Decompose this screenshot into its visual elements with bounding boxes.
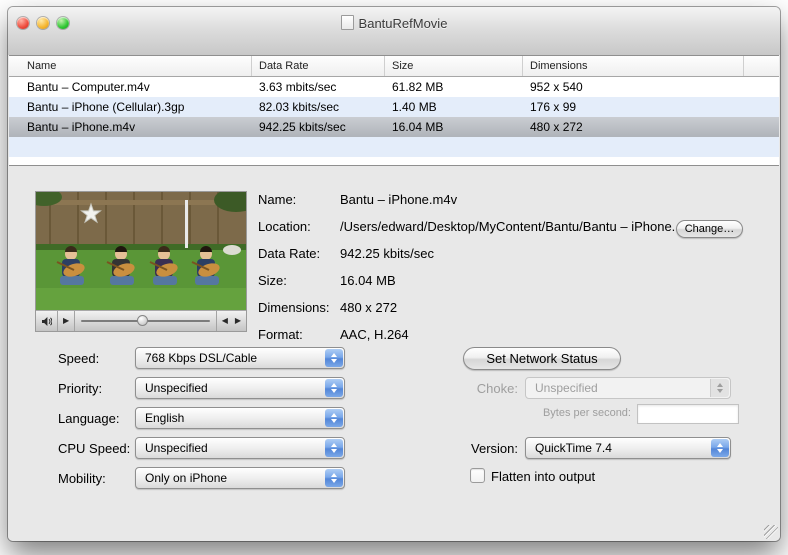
- step-back-icon[interactable]: ◀: [222, 311, 228, 331]
- column-header-spacer: [744, 56, 779, 76]
- name-value: Bantu – iPhone.m4v: [340, 192, 676, 219]
- column-header-data-rate[interactable]: Data Rate: [252, 56, 385, 76]
- cell-dimensions: 952 x 540: [523, 77, 744, 97]
- priority-label: Priority:: [58, 381, 102, 396]
- cpu-speed-popup-value: Unspecified: [145, 441, 208, 455]
- document-icon: [341, 15, 354, 30]
- location-label: Location:: [258, 219, 340, 246]
- version-popup-value: QuickTime 7.4: [535, 441, 612, 455]
- cell-data-rate: 3.63 mbits/sec: [252, 77, 385, 97]
- language-popup-value: English: [145, 411, 184, 425]
- flatten-checkbox[interactable]: [470, 468, 485, 483]
- popup-arrows-icon: [711, 439, 729, 457]
- name-label: Name:: [258, 192, 340, 219]
- list-header: Name Data Rate Size Dimensions: [9, 56, 779, 77]
- popup-arrows-icon: [325, 409, 343, 427]
- resize-grip[interactable]: [764, 525, 778, 539]
- speed-popup-value: 768 Kbps DSL/Cable: [145, 351, 257, 365]
- table-row-selected[interactable]: Bantu – iPhone.m4v 942.25 kbits/sec 16.0…: [9, 117, 779, 137]
- change-button[interactable]: Change…: [676, 220, 743, 238]
- empty-row: [9, 157, 779, 165]
- mobility-popup-value: Only on iPhone: [145, 471, 227, 485]
- dimensions-label: Dimensions:: [258, 300, 340, 327]
- video-controller: ▶ ◀ ▶: [36, 310, 246, 331]
- mobility-label: Mobility:: [58, 471, 106, 486]
- language-popup[interactable]: English: [135, 407, 345, 429]
- bytes-per-second-field[interactable]: [637, 404, 739, 424]
- column-header-dimensions[interactable]: Dimensions: [523, 56, 744, 76]
- cell-data-rate: 942.25 kbits/sec: [252, 117, 385, 137]
- cell-data-rate: 82.03 kbits/sec: [252, 97, 385, 117]
- volume-button[interactable]: [36, 311, 57, 331]
- cell-dimensions: 480 x 272: [523, 117, 744, 137]
- scrubber-slider[interactable]: [75, 311, 216, 331]
- size-label: Size:: [258, 273, 340, 300]
- volume-icon: [41, 316, 52, 327]
- popup-arrows-icon: [710, 379, 729, 397]
- priority-popup-value: Unspecified: [145, 381, 208, 395]
- table-row[interactable]: Bantu – Computer.m4v 3.63 mbits/sec 61.8…: [9, 77, 779, 97]
- language-label: Language:: [58, 411, 119, 426]
- speed-label: Speed:: [58, 351, 99, 366]
- cpu-speed-label: CPU Speed:: [58, 441, 130, 456]
- window: BantuRefMovie Name Data Rate Size Dimens…: [8, 7, 780, 541]
- cell-name: Bantu – iPhone.m4v: [9, 117, 252, 137]
- cell-size: 16.04 MB: [385, 117, 523, 137]
- cell-name: Bantu – Computer.m4v: [9, 77, 252, 97]
- popup-arrows-icon: [325, 439, 343, 457]
- set-network-status-button[interactable]: Set Network Status: [463, 347, 621, 370]
- video-preview-image: [36, 192, 246, 310]
- choke-popup: Unspecified: [525, 377, 731, 399]
- speed-popup[interactable]: 768 Kbps DSL/Cable: [135, 347, 345, 369]
- choke-label: Choke:: [398, 381, 518, 396]
- column-header-name[interactable]: Name: [9, 56, 252, 76]
- cell-size: 1.40 MB: [385, 97, 523, 117]
- play-button[interactable]: ▶: [58, 311, 74, 331]
- mobility-popup[interactable]: Only on iPhone: [135, 467, 345, 489]
- flatten-checkbox-label: Flatten into output: [491, 469, 595, 484]
- title-bar[interactable]: BantuRefMovie: [8, 7, 780, 55]
- version-label: Version:: [398, 441, 518, 456]
- movie-list: Name Data Rate Size Dimensions Bantu – C…: [9, 55, 779, 166]
- cell-name: Bantu – iPhone (Cellular).3gp: [9, 97, 252, 117]
- size-value: 16.04 MB: [340, 273, 676, 300]
- empty-row: [9, 137, 779, 157]
- detail-pane: ▶ ◀ ▶ Name: Bantu – iPhone.m4v Location:…: [8, 166, 780, 541]
- title-area: BantuRefMovie: [8, 15, 780, 31]
- cell-size: 61.82 MB: [385, 77, 523, 97]
- step-forward-icon[interactable]: ▶: [235, 311, 241, 331]
- column-header-size[interactable]: Size: [385, 56, 523, 76]
- data-rate-label: Data Rate:: [258, 246, 340, 273]
- data-rate-value: 942.25 kbits/sec: [340, 246, 676, 273]
- video-preview: ▶ ◀ ▶: [36, 192, 246, 331]
- choke-popup-value: Unspecified: [535, 381, 598, 395]
- location-value: /Users/edward/Desktop/MyContent/Bantu/Ba…: [340, 219, 676, 246]
- cell-dimensions: 176 x 99: [523, 97, 744, 117]
- popup-arrows-icon: [325, 379, 343, 397]
- version-popup[interactable]: QuickTime 7.4: [525, 437, 731, 459]
- popup-arrows-icon: [325, 469, 343, 487]
- screen: BantuRefMovie Name Data Rate Size Dimens…: [0, 0, 788, 555]
- list-body: Bantu – Computer.m4v 3.63 mbits/sec 61.8…: [9, 77, 779, 165]
- dimensions-value: 480 x 272: [340, 300, 676, 327]
- play-icon: ▶: [63, 311, 69, 331]
- bytes-per-second-label: Bytes per second:: [438, 407, 631, 419]
- table-row[interactable]: Bantu – iPhone (Cellular).3gp 82.03 kbit…: [9, 97, 779, 117]
- priority-popup[interactable]: Unspecified: [135, 377, 345, 399]
- scrubber-knob[interactable]: [137, 315, 148, 326]
- cpu-speed-popup[interactable]: Unspecified: [135, 437, 345, 459]
- movie-info: Name: Bantu – iPhone.m4v Location: /User…: [258, 192, 676, 354]
- popup-arrows-icon: [325, 349, 343, 367]
- window-title: BantuRefMovie: [359, 16, 448, 31]
